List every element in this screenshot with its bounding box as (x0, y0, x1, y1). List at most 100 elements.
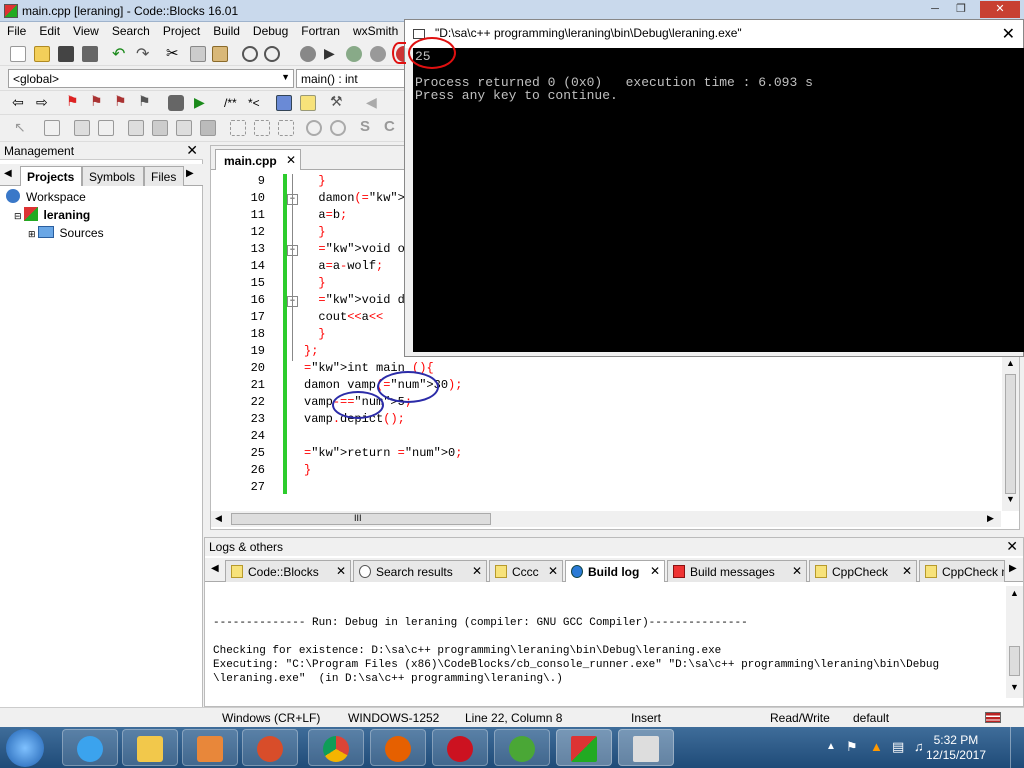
open-folder-icon[interactable] (34, 46, 50, 62)
s-icon[interactable]: S (360, 118, 376, 135)
code-line[interactable]: } (304, 276, 325, 290)
code-line[interactable]: } (304, 463, 311, 477)
taskbar-firefox[interactable] (370, 729, 426, 766)
debug-run-icon[interactable]: ▶ (194, 94, 210, 110)
logs-scrollbar[interactable]: ▲ ▼ (1006, 586, 1023, 698)
scroll-right-icon[interactable]: ▶ (987, 513, 994, 524)
widget-f-icon[interactable] (200, 120, 216, 136)
taskbar-ie[interactable] (62, 729, 118, 766)
taskbar-opera[interactable] (432, 729, 488, 766)
console-close-icon[interactable]: ✕ (1002, 24, 1015, 44)
run-icon[interactable]: ▶ (324, 45, 340, 61)
code-line[interactable]: cout<<a<< (304, 310, 383, 324)
rebuild-icon[interactable] (370, 46, 386, 62)
save-all-icon[interactable] (82, 46, 98, 62)
widget-h-icon[interactable] (254, 120, 270, 136)
code-line[interactable]: } (304, 327, 325, 341)
c-icon[interactable]: C (384, 118, 400, 135)
language-flag-icon[interactable] (985, 712, 1001, 723)
code-line[interactable]: ="kw">return ="num">0; (304, 446, 462, 460)
taskbar-chrome[interactable] (308, 729, 364, 766)
tab-scroll-left-icon[interactable]: ◀ (4, 168, 12, 179)
forward-icon[interactable]: ⇨ (36, 94, 52, 110)
help-icon[interactable] (300, 95, 316, 111)
tab-main-cpp[interactable]: main.cpp ✕ (215, 149, 301, 170)
find-icon[interactable] (242, 46, 258, 62)
wrench-icon[interactable]: ⚒ (330, 93, 346, 109)
flag-icon[interactable]: ⚑ (846, 739, 858, 755)
back-icon[interactable]: ⇦ (12, 94, 28, 110)
scroll-up-icon[interactable]: ▲ (1010, 588, 1019, 598)
code-line[interactable]: a=a-wolf; (304, 259, 383, 273)
close-tab-icon[interactable]: ✕ (650, 564, 660, 578)
tab-cccc[interactable]: Cccc ✕ (489, 560, 563, 582)
tree-item-sources[interactable]: ⊞ Sources (6, 224, 104, 242)
close-tab-icon[interactable]: ✕ (336, 564, 346, 578)
volume-icon[interactable]: ♫ (914, 739, 924, 754)
doxy-inline-button[interactable]: *< (248, 96, 260, 110)
build-and-run-icon[interactable] (346, 46, 362, 62)
network-icon[interactable]: ▤ (892, 739, 904, 755)
start-button[interactable] (6, 729, 44, 767)
debug-stack-icon[interactable] (168, 95, 184, 111)
prev-bookmark-icon[interactable]: ⚑ (90, 93, 106, 109)
tree-item-project[interactable]: ⊟ leraning (6, 206, 104, 224)
tree-item-workspace[interactable]: Workspace (6, 188, 104, 206)
menu-project[interactable]: Project (156, 22, 206, 38)
menu-fortran[interactable]: Fortran (294, 22, 346, 38)
new-file-icon[interactable] (10, 46, 26, 62)
code-line[interactable]: }; (304, 344, 318, 358)
tab-files[interactable]: Files (144, 166, 184, 186)
zoom-out-icon[interactable] (330, 120, 346, 136)
tab-projects[interactable]: Projects (20, 166, 82, 186)
scroll-up-icon[interactable]: ▲ (1006, 358, 1015, 368)
doxy-run-icon[interactable] (276, 95, 292, 111)
redo-icon[interactable]: ↷ (136, 44, 152, 63)
taskbar-app[interactable] (242, 729, 298, 766)
step-back-icon[interactable]: ◀ (366, 94, 382, 110)
menu-edit[interactable]: Edit (32, 22, 66, 38)
console-window[interactable]: "D:\sa\c++ programming\leraning\bin\Debu… (404, 19, 1024, 357)
undo-icon[interactable]: ↶ (112, 44, 128, 63)
close-window-button[interactable]: ✕ (980, 1, 1020, 18)
menu-search[interactable]: Search (105, 22, 156, 38)
close-tab-icon[interactable]: ✕ (548, 564, 558, 578)
widget-c-icon[interactable] (128, 120, 144, 136)
close-icon[interactable]: ✕ (1006, 538, 1018, 555)
close-icon[interactable]: ✕ (186, 142, 198, 159)
close-tab-icon[interactable]: ✕ (902, 564, 912, 578)
code-line[interactable]: a=b; (304, 208, 347, 222)
logs-scroll-thumb[interactable] (1009, 646, 1020, 676)
pointer-icon[interactable]: ↖ (14, 119, 30, 135)
code-line[interactable]: } (304, 225, 325, 239)
scroll-left-icon[interactable]: ◀ (215, 513, 222, 524)
tray-app-icon[interactable]: ▲ (870, 739, 883, 754)
tab-cppcheck[interactable]: CppCheck ✕ (809, 560, 917, 582)
maximize-button[interactable]: ❐ (948, 1, 974, 18)
widget-e-icon[interactable] (176, 120, 192, 136)
vertical-scroll-thumb[interactable] (1005, 374, 1016, 494)
close-tab-icon[interactable]: ✕ (286, 153, 296, 167)
collapse-icon[interactable]: ⊟ (14, 211, 22, 221)
horizontal-scrollbar[interactable]: ◀ III ▶ (211, 511, 1001, 527)
tab-search-results[interactable]: Search results ✕ (353, 560, 487, 582)
logs-tab-left-icon[interactable]: ◀ (211, 563, 219, 574)
tray-expand-icon[interactable]: ▲ (826, 741, 836, 752)
widget-a-icon[interactable] (74, 120, 90, 136)
minimize-button[interactable]: ─ (922, 1, 948, 18)
cut-icon[interactable]: ✂ (166, 44, 182, 62)
widget-d-icon[interactable] (152, 120, 168, 136)
show-desktop-button[interactable] (1010, 727, 1024, 768)
copy-icon[interactable] (190, 46, 206, 62)
scroll-down-icon[interactable]: ▼ (1010, 682, 1019, 692)
tab-codeblocks-log[interactable]: Code::Blocks ✕ (225, 560, 351, 582)
taskbar-media[interactable] (182, 729, 238, 766)
tab-build-log[interactable]: Build log ✕ (565, 560, 665, 582)
tab-symbols[interactable]: Symbols (82, 166, 144, 186)
vertical-scrollbar[interactable]: ▲ ▼ (1002, 356, 1019, 511)
paste-icon[interactable] (212, 46, 228, 62)
widget-b-icon[interactable] (98, 120, 114, 136)
zoom-in-icon[interactable] (306, 120, 322, 136)
menu-debug[interactable]: Debug (246, 22, 294, 38)
menu-file[interactable]: File (0, 22, 32, 38)
